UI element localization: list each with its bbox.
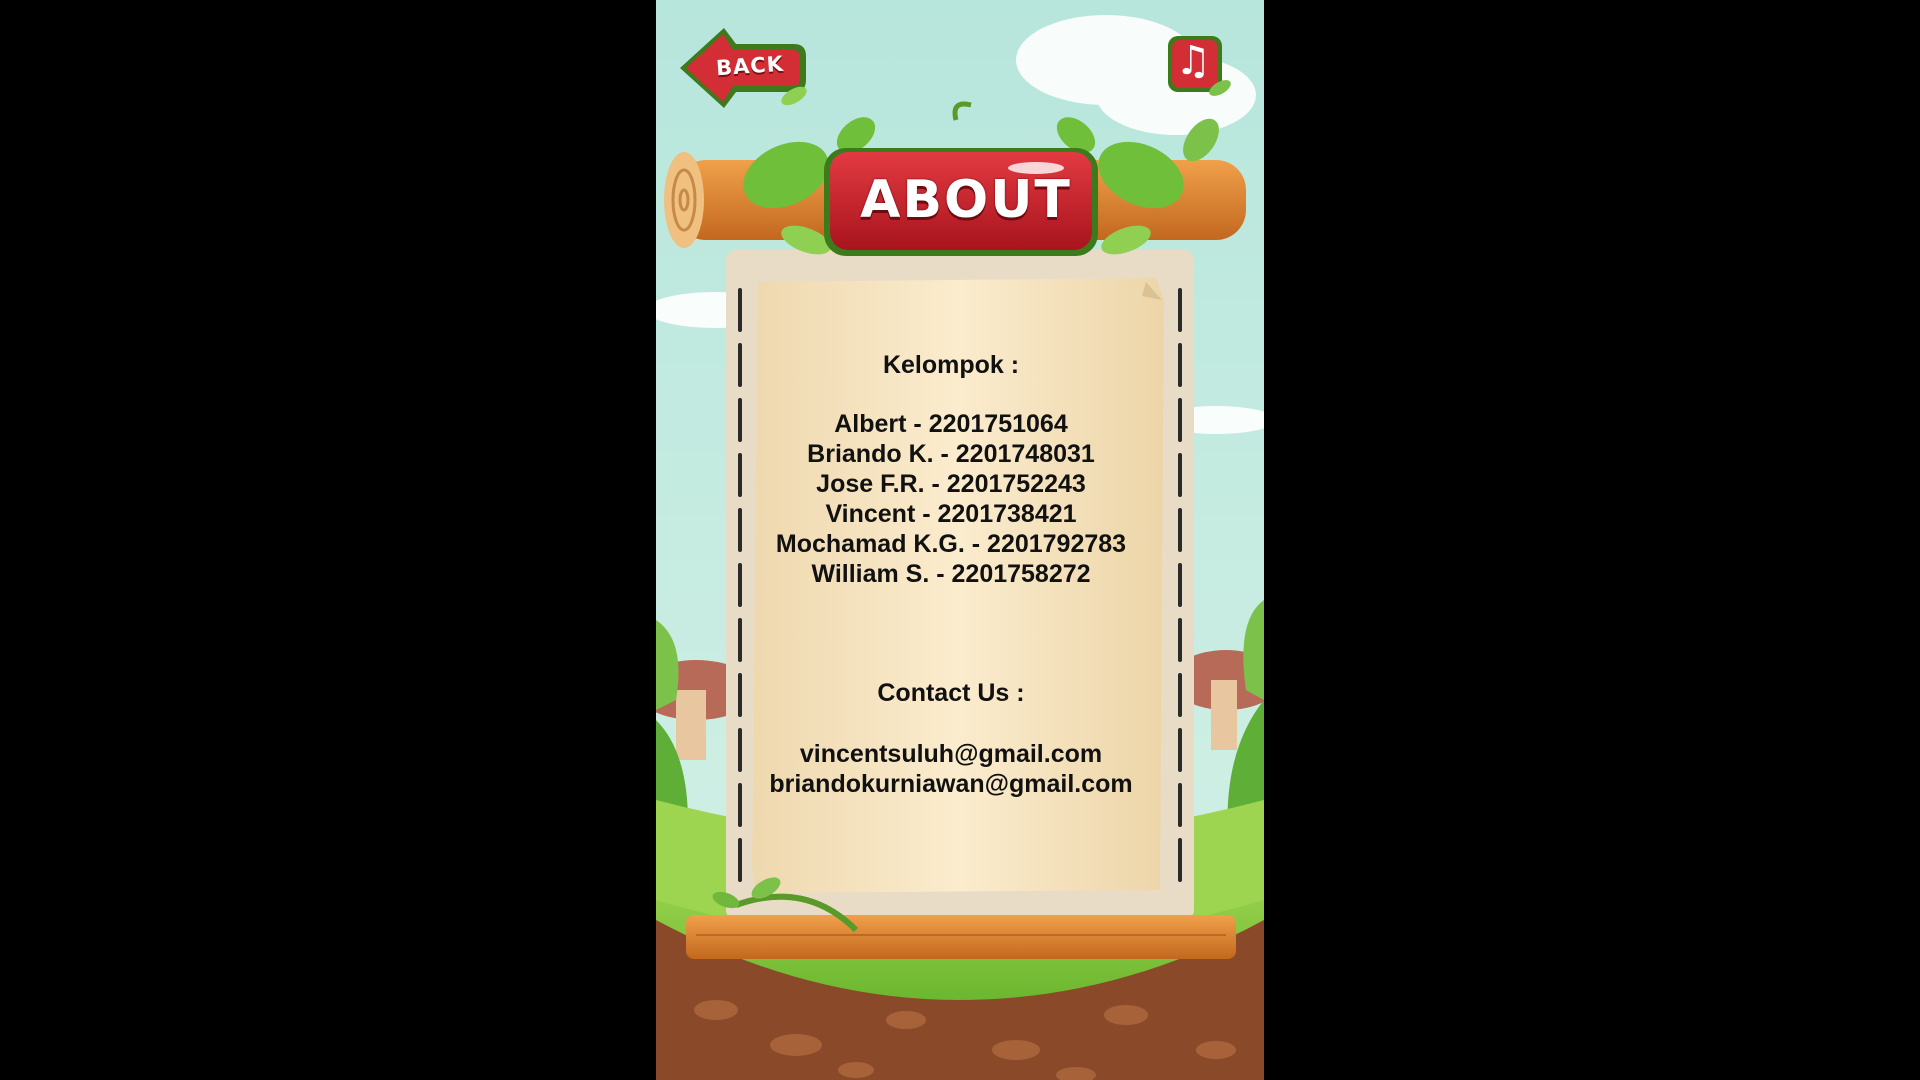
page-title: ABOUT bbox=[860, 170, 1072, 230]
member-item: Albert - 2201751064 bbox=[834, 410, 1068, 438]
member-item: Briando K. - 2201748031 bbox=[807, 440, 1095, 468]
email-item: vincentsuluh@gmail.com bbox=[799, 740, 1103, 768]
about-content: Kelompok : Albert - 2201751064 Briando K… bbox=[748, 350, 1154, 799]
game-screen: BACK ♫ ABOUT Kelompok : Albert - 2201751… bbox=[656, 0, 1264, 1080]
members-list: Albert - 2201751064 Briando K. - 2201748… bbox=[748, 409, 1154, 589]
member-item: Mochamad K.G. - 2201792783 bbox=[775, 530, 1127, 558]
music-toggle-button[interactable]: ♫ bbox=[1162, 30, 1236, 102]
email-item: briandokurniawan@gmail.com bbox=[769, 770, 1133, 798]
back-button[interactable]: BACK bbox=[674, 22, 814, 112]
group-heading: Kelompok : bbox=[882, 351, 1020, 379]
member-item: Vincent - 2201738421 bbox=[825, 500, 1077, 528]
member-item: Jose F.R. - 2201752243 bbox=[816, 470, 1086, 498]
music-note-icon: ♫ bbox=[1175, 38, 1211, 84]
contact-heading: Contact Us : bbox=[877, 679, 1025, 707]
emails-list: vincentsuluh@gmail.com briandokurniawan@… bbox=[748, 739, 1154, 799]
member-item: William S. - 2201758272 bbox=[811, 560, 1091, 588]
